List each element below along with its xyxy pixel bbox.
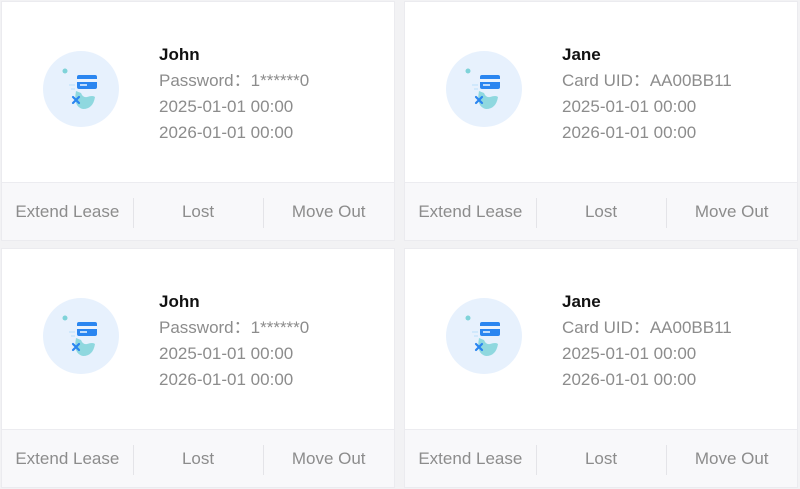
lease-start: 2025-01-01 00:00: [562, 97, 697, 116]
lease-end: 2026-01-01 00:00: [562, 123, 697, 142]
tenant-name: John: [159, 45, 200, 64]
card-credential-icon: [43, 51, 119, 127]
card-body: John Password：1******0 2025-01-01 00:00 …: [2, 2, 394, 184]
tenant-card: Jane Card UID：AA00BB11 2025-01-01 00:00 …: [404, 1, 798, 241]
tenant-info: John Password：1******0 2025-01-01 00:00 …: [159, 289, 309, 393]
extend-lease-button[interactable]: Extend Lease: [405, 183, 536, 240]
extend-lease-button[interactable]: Extend Lease: [2, 183, 133, 240]
lost-button[interactable]: Lost: [535, 183, 667, 240]
card-credential-icon: [446, 298, 522, 374]
card-credential-icon: [446, 51, 522, 127]
credential-text: Password：1******0: [159, 71, 310, 90]
tenant-card: Jane Card UID：AA00BB11 2025-01-01 00:00 …: [404, 248, 798, 488]
tenant-card: John Password：1******0 2025-01-01 00:00 …: [1, 248, 395, 488]
card-body: Jane Card UID：AA00BB11 2025-01-01 00:00 …: [405, 249, 797, 431]
move-out-button[interactable]: Move Out: [666, 183, 797, 240]
card-actions: Extend Lease Lost Move Out: [2, 429, 394, 487]
card-body: Jane Card UID：AA00BB11 2025-01-01 00:00 …: [405, 2, 797, 184]
card-credential-icon: [43, 298, 119, 374]
credential-text: Password：1******0: [159, 318, 310, 337]
lease-end: 2026-01-01 00:00: [159, 123, 294, 142]
tenant-info: John Password：1******0 2025-01-01 00:00 …: [159, 42, 309, 146]
credential-text: Card UID：AA00BB11: [562, 71, 732, 90]
lease-start: 2025-01-01 00:00: [562, 344, 697, 363]
extend-lease-button[interactable]: Extend Lease: [405, 430, 536, 487]
lost-button[interactable]: Lost: [132, 183, 264, 240]
move-out-button[interactable]: Move Out: [666, 430, 797, 487]
move-out-button[interactable]: Move Out: [263, 430, 394, 487]
extend-lease-button[interactable]: Extend Lease: [2, 430, 133, 487]
move-out-button[interactable]: Move Out: [263, 183, 394, 240]
tenant-name: Jane: [562, 292, 601, 311]
lease-start: 2025-01-01 00:00: [159, 97, 294, 116]
lost-button[interactable]: Lost: [535, 430, 667, 487]
tenant-name: John: [159, 292, 200, 311]
lease-end: 2026-01-01 00:00: [562, 370, 697, 389]
lease-end: 2026-01-01 00:00: [159, 370, 294, 389]
tenant-name: Jane: [562, 45, 601, 64]
tenant-info: Jane Card UID：AA00BB11 2025-01-01 00:00 …: [562, 42, 732, 146]
card-actions: Extend Lease Lost Move Out: [2, 182, 394, 240]
tenant-card: John Password：1******0 2025-01-01 00:00 …: [1, 1, 395, 241]
card-grid: John Password：1******0 2025-01-01 00:00 …: [0, 0, 800, 489]
card-actions: Extend Lease Lost Move Out: [405, 182, 797, 240]
lease-start: 2025-01-01 00:00: [159, 344, 294, 363]
card-actions: Extend Lease Lost Move Out: [405, 429, 797, 487]
lost-button[interactable]: Lost: [132, 430, 264, 487]
credential-text: Card UID：AA00BB11: [562, 318, 732, 337]
tenant-info: Jane Card UID：AA00BB11 2025-01-01 00:00 …: [562, 289, 732, 393]
card-body: John Password：1******0 2025-01-01 00:00 …: [2, 249, 394, 431]
